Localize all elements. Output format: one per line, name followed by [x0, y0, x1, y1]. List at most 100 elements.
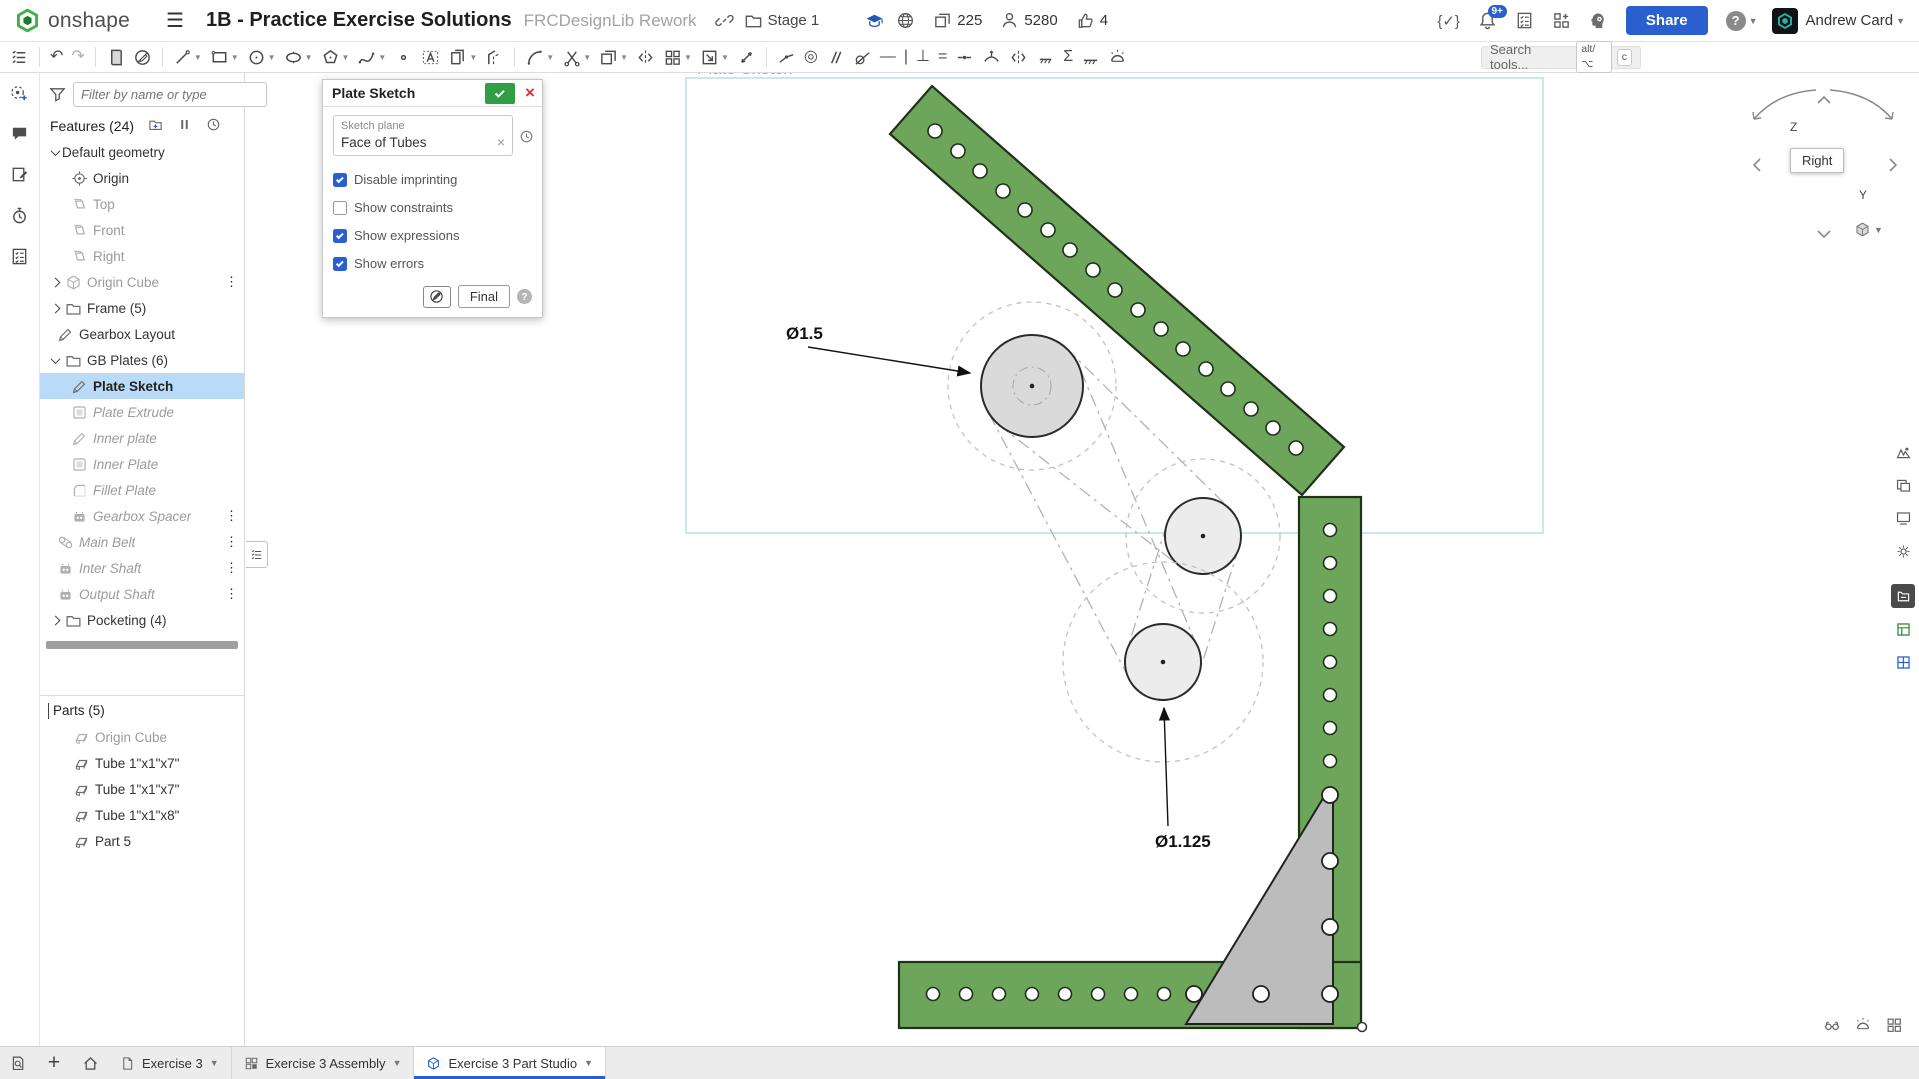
- instance-dots-icon[interactable]: ⋮: [225, 274, 238, 290]
- checkbox-icon[interactable]: [333, 201, 347, 215]
- tab-caret-icon[interactable]: ▼: [393, 1058, 402, 1068]
- vertical-icon[interactable]: |: [901, 44, 911, 70]
- tab-caret-icon[interactable]: ▼: [584, 1058, 593, 1068]
- help-caret-icon[interactable]: ▼: [1749, 16, 1758, 26]
- final-sketch-icon-button[interactable]: [423, 286, 451, 308]
- create-folder-icon[interactable]: [148, 117, 163, 135]
- parallel-icon[interactable]: [823, 44, 848, 70]
- horizontal-icon[interactable]: —: [877, 44, 899, 70]
- rotate-right-arrow-icon[interactable]: [1830, 90, 1892, 119]
- rectangle-tool-icon[interactable]: ▼: [207, 44, 242, 70]
- history-clock-icon[interactable]: [206, 117, 221, 135]
- help-icon[interactable]: ?: [1726, 11, 1746, 31]
- feature-row-origin-cube[interactable]: Origin Cube⋮: [40, 269, 244, 295]
- parts-list-icon[interactable]: [1891, 584, 1915, 608]
- exit-sketch-icon[interactable]: [130, 44, 155, 70]
- main-menu-icon[interactable]: ☰: [166, 8, 192, 33]
- named-views-icon[interactable]: [1891, 506, 1915, 530]
- sketch-circle-large[interactable]: [948, 302, 1116, 470]
- part-row[interactable]: Tube 1"x1"x7": [40, 776, 244, 802]
- filter-funnel-icon[interactable]: [48, 85, 67, 104]
- redo-icon[interactable]: ↷: [68, 44, 87, 70]
- notifications-icon[interactable]: 9+: [1478, 11, 1497, 30]
- model-canvas[interactable]: Plate Sketch: [0, 0, 1919, 1079]
- appearance-panel-icon[interactable]: [1891, 440, 1915, 464]
- mirror-tool-icon[interactable]: [633, 44, 658, 70]
- feature-row-gearbox-spacer[interactable]: Gearbox Spacer⋮: [40, 503, 244, 529]
- search-tools-input[interactable]: Search tools... alt/⌥ c: [1481, 46, 1641, 69]
- dimension-small[interactable]: Ø1.125: [1155, 708, 1211, 851]
- onshape-logo[interactable]: onshape: [0, 7, 144, 34]
- sketch-endpoint-marker[interactable]: [1358, 1023, 1367, 1032]
- normal-icon[interactable]: [979, 44, 1004, 70]
- checklist-icon[interactable]: [10, 247, 29, 271]
- feature-row-right[interactable]: Right: [40, 243, 244, 269]
- feature-row-plate-extrude[interactable]: Plate Extrude: [40, 399, 244, 425]
- link-icon[interactable]: [715, 11, 734, 30]
- text-tool-icon[interactable]: [418, 44, 443, 70]
- display-states-icon[interactable]: [1891, 473, 1915, 497]
- tree-chevron-icon[interactable]: [48, 613, 62, 627]
- symmetric-icon[interactable]: [1006, 44, 1031, 70]
- feature-row-default-geometry[interactable]: Default geometry: [40, 139, 244, 165]
- undo-icon[interactable]: ↶: [47, 44, 66, 70]
- parts-section-header[interactable]: Parts (5): [40, 696, 244, 724]
- document-title[interactable]: 1B - Practice Exercise Solutions: [206, 9, 512, 32]
- tab-exercise-3-assembly[interactable]: Exercise 3 Assembly▼: [232, 1047, 415, 1079]
- user-name[interactable]: Andrew Card: [1806, 12, 1894, 29]
- trim-tool-icon[interactable]: ▼: [559, 44, 594, 70]
- sketch-plane-field[interactable]: Sketch plane Face of Tubes ×: [333, 115, 513, 156]
- ellipse-tool-icon[interactable]: ▼: [281, 44, 316, 70]
- instance-dots-icon[interactable]: ⋮: [225, 508, 238, 524]
- cancel-x-button[interactable]: ×: [518, 83, 542, 103]
- checkbox-icon[interactable]: [333, 173, 347, 187]
- new-tab-button[interactable]: +: [36, 1047, 72, 1079]
- feature-row-inner-plate[interactable]: Inner plate: [40, 425, 244, 451]
- follow-mode-icon[interactable]: [10, 83, 29, 107]
- apps-icon[interactable]: [1552, 11, 1571, 30]
- part-row[interactable]: Origin Cube: [40, 724, 244, 750]
- fillet-tool-icon[interactable]: ▼: [522, 44, 557, 70]
- hatch-icon[interactable]: [1078, 44, 1103, 70]
- curve-pattern-icon[interactable]: Σ: [1060, 44, 1076, 70]
- commit-check-button[interactable]: [485, 83, 515, 104]
- checkbox-icon[interactable]: [333, 229, 347, 243]
- dialog-help-icon[interactable]: ?: [517, 289, 532, 304]
- tasks-icon[interactable]: [1515, 11, 1534, 30]
- fix-icon[interactable]: [1033, 44, 1058, 70]
- configuration-icon[interactable]: [1891, 539, 1915, 563]
- learning-icon[interactable]: [1589, 11, 1608, 30]
- rollback-clock-icon[interactable]: [519, 129, 534, 147]
- grid-settings-icon[interactable]: [1885, 1016, 1903, 1039]
- dome-icon[interactable]: [1105, 44, 1130, 70]
- rotate-down-icon[interactable]: [1818, 231, 1830, 237]
- checkbox-show-constraints[interactable]: Show constraints: [333, 196, 532, 219]
- pattern-tool-icon[interactable]: ▼: [660, 44, 695, 70]
- feature-row-output-shaft[interactable]: Output Shaft⋮: [40, 581, 244, 607]
- feature-row-inter-shaft[interactable]: Inter Shaft⋮: [40, 555, 244, 581]
- followers-icon[interactable]: [1000, 11, 1019, 30]
- midpoint-icon[interactable]: [952, 44, 977, 70]
- versions-icon[interactable]: {✓}: [1437, 12, 1460, 30]
- part-row[interactable]: Part 5: [40, 828, 244, 854]
- copies-icon[interactable]: [933, 11, 952, 30]
- tables-panel-icon[interactable]: [1891, 650, 1915, 674]
- part-row[interactable]: Tube 1"x1"x8": [40, 802, 244, 828]
- diagonal-tube-part[interactable]: [890, 86, 1344, 495]
- tree-chevron-icon[interactable]: [48, 301, 62, 315]
- feature-row-gb-plates-6-[interactable]: GB Plates (6): [40, 347, 244, 373]
- view-options-button[interactable]: ▼: [1854, 221, 1883, 238]
- tab-caret-icon[interactable]: ▼: [210, 1058, 219, 1068]
- feature-panel-icon[interactable]: [1891, 617, 1915, 641]
- concentric-icon[interactable]: ◎: [801, 44, 821, 70]
- coincident-icon[interactable]: [774, 44, 799, 70]
- offset-tool-icon[interactable]: [482, 44, 507, 70]
- checkbox-icon[interactable]: [333, 257, 347, 271]
- instance-dots-icon[interactable]: ⋮: [225, 534, 238, 550]
- rotate-left-icon[interactable]: [1754, 159, 1760, 171]
- avatar[interactable]: [1772, 8, 1798, 34]
- rollback-bar[interactable]: [46, 641, 238, 649]
- perpendicular-icon[interactable]: ⊥: [913, 44, 933, 70]
- polygon-tool-icon[interactable]: ▼: [318, 44, 353, 70]
- part-row[interactable]: Tube 1"x1"x7": [40, 750, 244, 776]
